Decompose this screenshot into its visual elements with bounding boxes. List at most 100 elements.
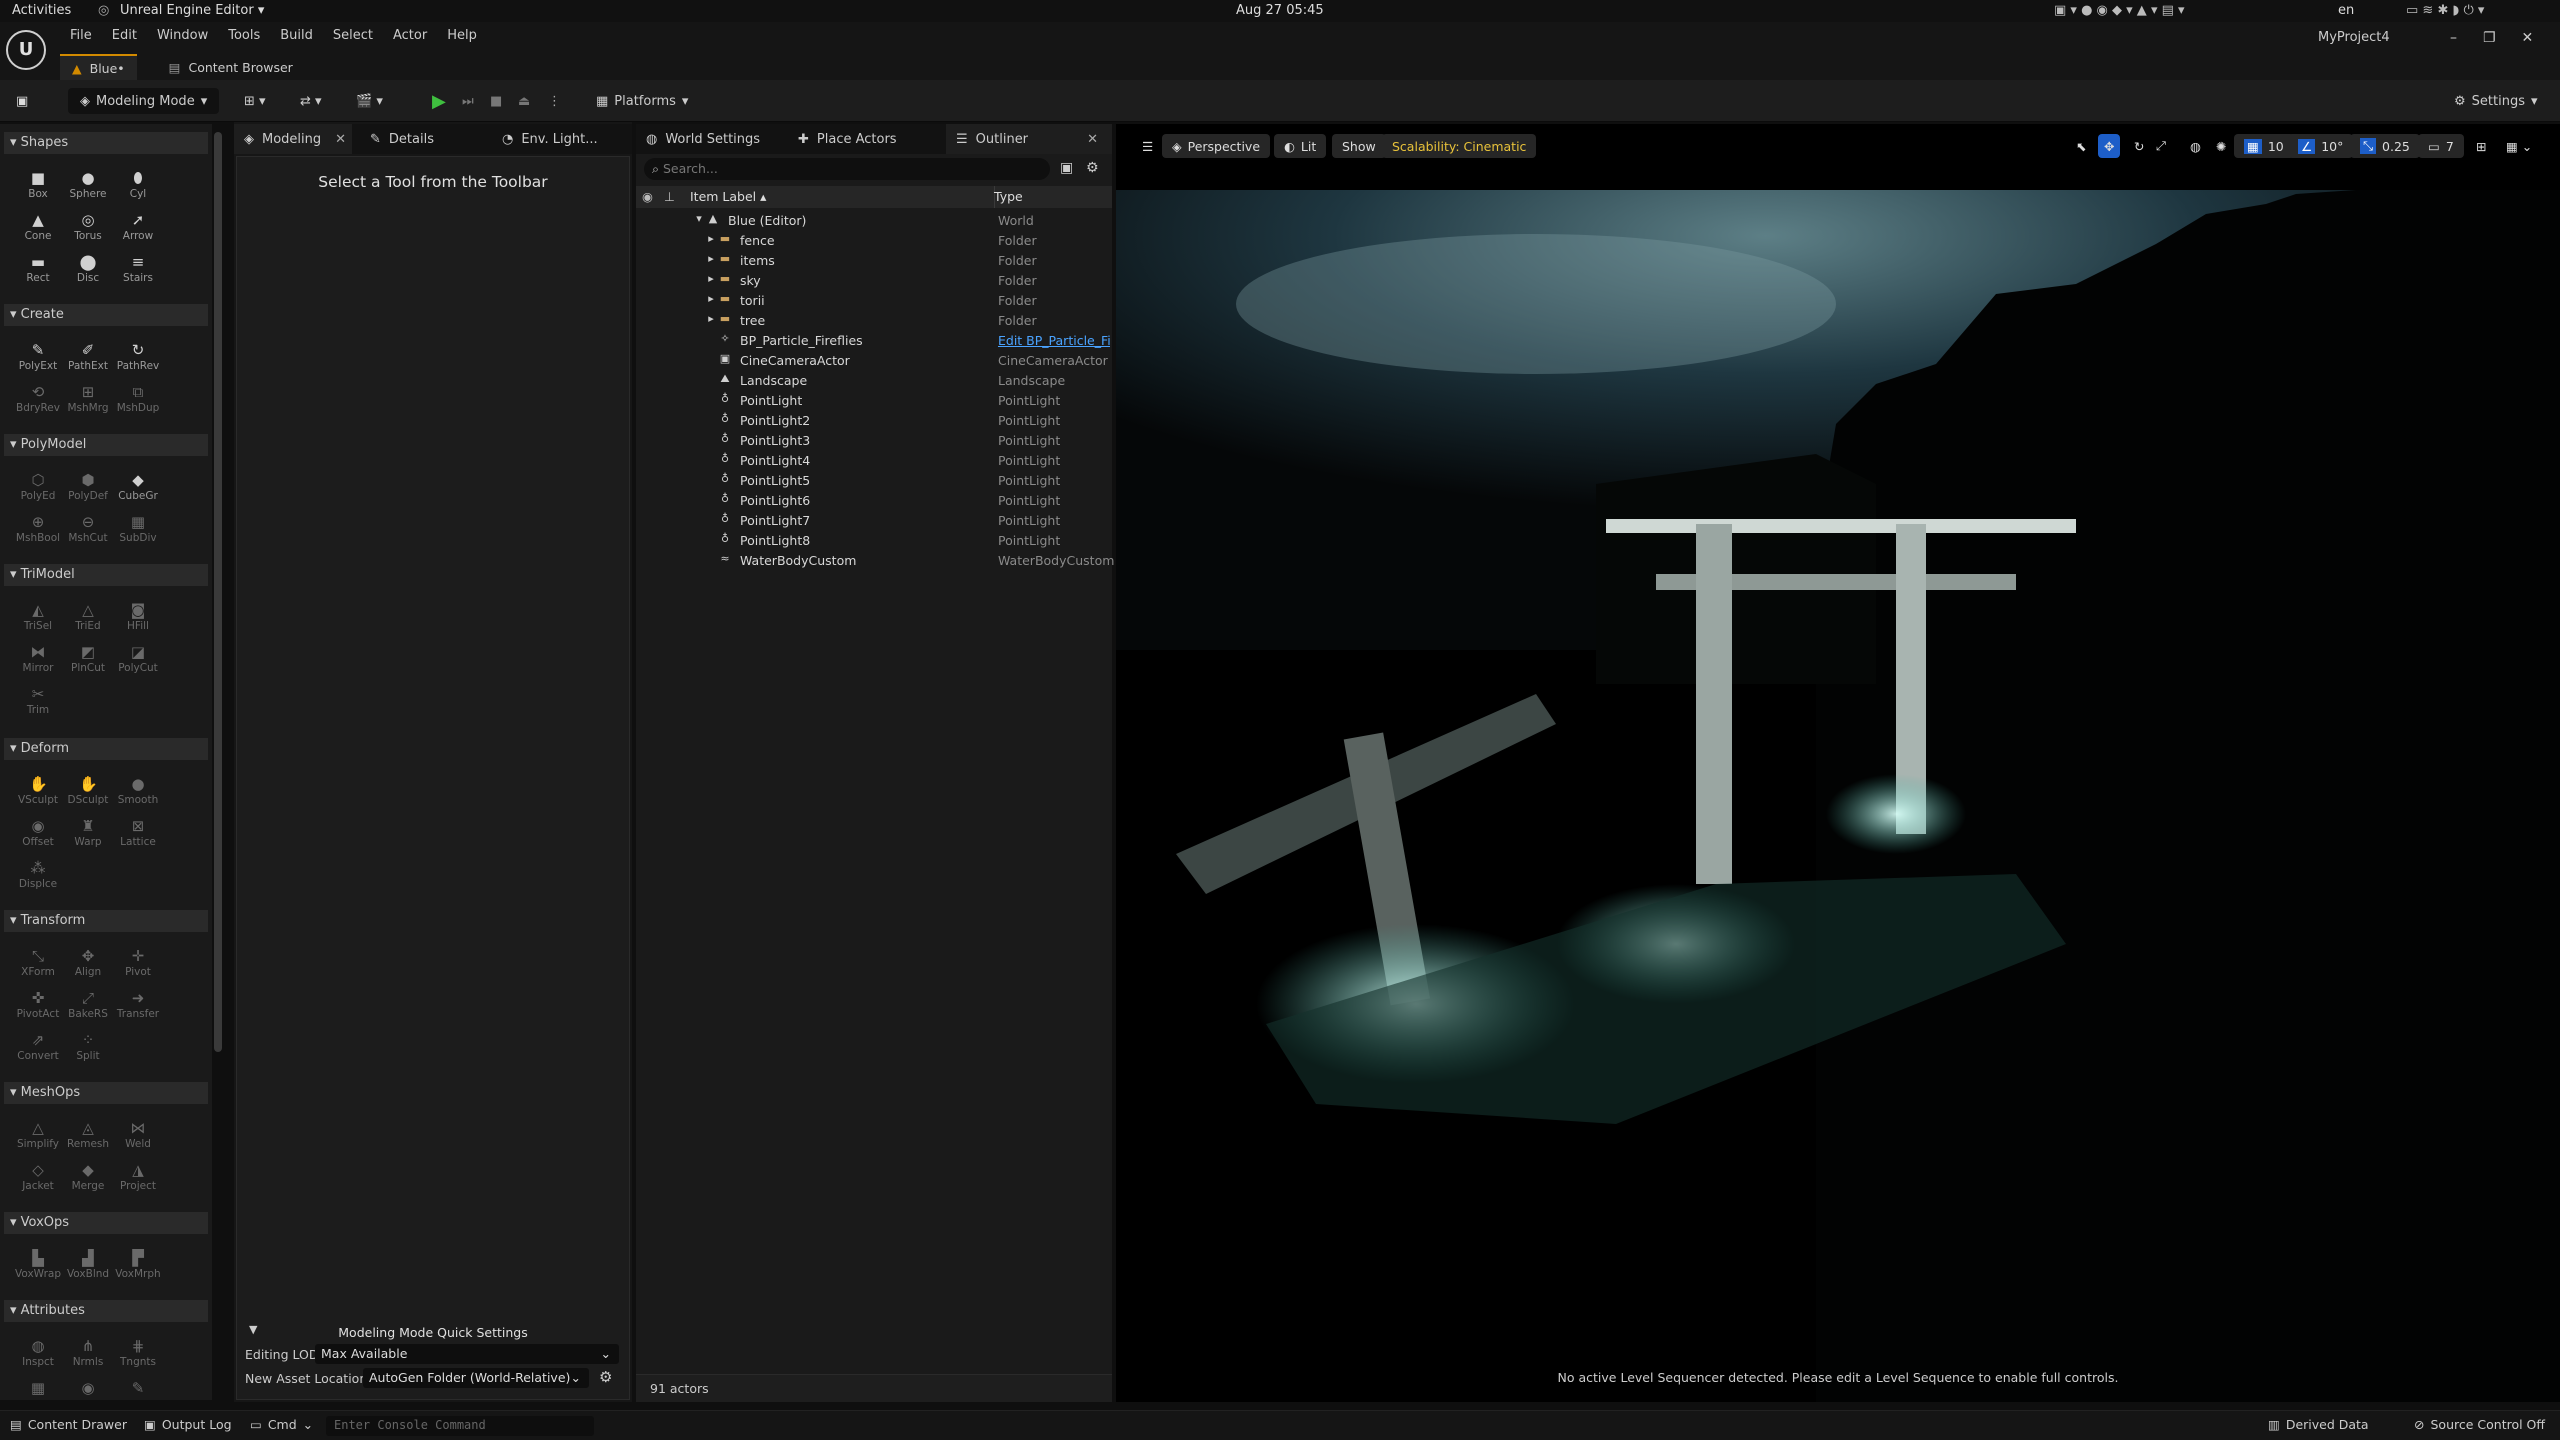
tool-voxwrap[interactable]: ▙ VoxWrap (14, 1246, 62, 1286)
tool-disc[interactable]: ⬤ Disc (64, 250, 112, 290)
pin-icon[interactable]: ⊥ (664, 189, 675, 204)
outliner-row-landscape[interactable]: ⛰ Landscape Landscape (636, 370, 1112, 390)
tool-offset[interactable]: ◉ Offset (14, 814, 62, 854)
cmd-dropdown[interactable]: ▭ Cmd ⌄ (250, 1417, 313, 1432)
tool-convert[interactable]: ⇗ Convert (14, 1028, 62, 1068)
tool-normals[interactable]: ⋔ Nrmls (64, 1334, 112, 1374)
section-create[interactable]: ▾ Create (4, 304, 208, 326)
outliner-row-pointlight7[interactable]: ♁ PointLight7 PointLight (636, 510, 1112, 530)
menu-edit[interactable]: Edit (102, 24, 147, 48)
asset-location-select[interactable]: AutoGen Folder (World-Relative) ⌄ (363, 1368, 589, 1388)
tab-modeling[interactable]: ◈ Modeling ✕ (234, 124, 352, 154)
advance-frame-button[interactable]: ⏭ (462, 88, 474, 114)
tool-polydef[interactable]: ⬢ PolyDef (64, 468, 112, 508)
app-menu[interactable]: Unreal Engine Editor ▾ (120, 3, 264, 18)
outliner-row-world[interactable]: ▾ ▲ Blue (Editor) World (636, 210, 1112, 230)
palette-scrollbar[interactable] (214, 132, 222, 1052)
tool-merge[interactable]: ◆ Merge (64, 1158, 112, 1198)
tab-place-actors[interactable]: ✚ Place Actors (788, 124, 907, 154)
tool-transfer[interactable]: ➜ Transfer (114, 986, 162, 1026)
translate-mode-icon[interactable]: ✥ (2098, 134, 2121, 158)
editing-lod-select[interactable]: Max Available ⌄ (315, 1344, 619, 1364)
add-folder-icon[interactable]: ▣ (1060, 160, 1073, 176)
tool-displace[interactable]: ⁂ Displce (14, 856, 62, 896)
cinematics-button[interactable]: 🎬 ▾ (356, 88, 383, 114)
section-voxops[interactable]: ▾ VoxOps (4, 1212, 208, 1234)
tool-box[interactable]: ■ Box (14, 166, 62, 206)
edit-blueprint-link[interactable]: Edit BP_Particle_Fir (998, 333, 1110, 348)
tab-outliner[interactable]: ☰ Outliner ✕ (946, 124, 1112, 154)
scale-snap-button[interactable]: ⤡ 0.25 (2350, 134, 2420, 158)
menu-window[interactable]: Window (147, 24, 218, 48)
activities-button[interactable]: Activities (12, 3, 71, 18)
section-deform[interactable]: ▾ Deform (4, 738, 208, 760)
tool-remesh[interactable]: ◬ Remesh (64, 1116, 112, 1156)
gear-icon[interactable]: ⚙ (599, 1368, 612, 1386)
menu-help[interactable]: Help (437, 24, 487, 48)
tool-mshbool[interactable]: ⊕ MshBool (14, 510, 62, 550)
outliner-row-pointlight8[interactable]: ♁ PointLight8 PointLight (636, 530, 1112, 550)
section-transform[interactable]: ▾ Transform (4, 910, 208, 932)
section-shapes[interactable]: ▾ Shapes (4, 132, 208, 154)
stop-button[interactable]: ■ (490, 88, 502, 114)
section-attributes[interactable]: ▾ Attributes (4, 1300, 208, 1322)
tool-xform[interactable]: ⤡ XForm (14, 944, 62, 984)
tab-content-browser[interactable]: ▤ Content Browser (157, 54, 305, 80)
outliner-row-bp-particle[interactable]: ✧ BP_Particle_Fireflies Edit BP_Particle… (636, 330, 1112, 350)
tool-pathrev[interactable]: ↻ PathRev (114, 338, 162, 378)
play-options-icon[interactable]: ⋮ (548, 88, 561, 114)
window-controls[interactable]: –❐✕ (2450, 30, 2559, 46)
settings-button[interactable]: ⚙ Settings ▾ (2454, 88, 2538, 114)
column-type[interactable]: Type (994, 189, 1023, 204)
tool-project[interactable]: ◮ Project (114, 1158, 162, 1198)
tool-split[interactable]: ⁘ Split (64, 1028, 112, 1068)
tool-cubegr[interactable]: ◆ CubeGr (114, 468, 162, 508)
maximize-viewport-icon[interactable]: ⊞ (2466, 134, 2496, 158)
tool-polycut[interactable]: ◪ PolyCut (114, 640, 162, 680)
close-icon[interactable]: ✕ (1087, 132, 1098, 147)
menu-select[interactable]: Select (323, 24, 383, 48)
tool-arrow[interactable]: ➚ Arrow (114, 208, 162, 248)
save-icon[interactable]: ▣ (16, 88, 28, 114)
output-log-button[interactable]: ▣ Output Log (144, 1417, 232, 1432)
tab-details[interactable]: ✎ Details (360, 124, 444, 154)
tool-trisel[interactable]: ◭ TriSel (14, 598, 62, 638)
section-trimodel[interactable]: ▾ TriModel (4, 564, 208, 586)
tool-attr-more-1[interactable]: ▦ (14, 1376, 62, 1398)
close-icon[interactable]: ✕ (335, 132, 346, 147)
grid-snap-button[interactable]: ▦ 10 (2234, 134, 2294, 158)
eject-button[interactable]: ⏏ (518, 88, 530, 114)
visibility-eye-icon[interactable]: ◉ (642, 189, 653, 204)
outliner-row-folder-sky[interactable]: ▸ ▬ sky Folder (636, 270, 1112, 290)
show-button[interactable]: Show (1332, 134, 1386, 158)
tool-subdiv[interactable]: ▦ SubDiv (114, 510, 162, 550)
tool-tried[interactable]: △ TriEd (64, 598, 112, 638)
tool-pivot[interactable]: ✛ Pivot (114, 944, 162, 984)
menu-file[interactable]: File (60, 24, 102, 48)
content-drawer-button[interactable]: ▤ Content Drawer (10, 1417, 127, 1432)
outliner-row-pointlight2[interactable]: ♁ PointLight2 PointLight (636, 410, 1112, 430)
tool-stairs[interactable]: ≡ Stairs (114, 250, 162, 290)
outliner-row-folder-tree[interactable]: ▸ ▬ tree Folder (636, 310, 1112, 330)
surface-snap-icon[interactable]: ✺ (2206, 134, 2236, 158)
tool-smooth[interactable]: ● Smooth (114, 772, 162, 812)
lit-button[interactable]: ◐ Lit (1274, 134, 1327, 158)
tool-trim[interactable]: ✂ Trim (14, 682, 62, 722)
tab-level-blue[interactable]: ▲ Blue• (60, 54, 137, 80)
menu-actor[interactable]: Actor (383, 24, 437, 48)
tool-plncut[interactable]: ◩ PlnCut (64, 640, 112, 680)
section-meshops[interactable]: ▾ MeshOps (4, 1082, 208, 1104)
tool-attr-more-3[interactable]: ✎ (114, 1376, 162, 1398)
outliner-row-pointlight3[interactable]: ♁ PointLight3 PointLight (636, 430, 1112, 450)
play-button[interactable]: ▶ (432, 88, 446, 114)
tray-icons[interactable]: ▣ ▾ ● ◉ ◆ ▾ ▲ ▾ ▤ ▾ (2054, 3, 2185, 18)
camera-speed-button[interactable]: ▭ 7 (2418, 134, 2464, 158)
outliner-row-cine-camera[interactable]: ▣ CineCameraActor CineCameraActor (636, 350, 1112, 370)
section-polymodel[interactable]: ▾ PolyModel (4, 434, 208, 456)
tool-sphere[interactable]: ● Sphere (64, 166, 112, 206)
tool-vsculpt[interactable]: ✋ VSculpt (14, 772, 62, 812)
outliner-row-folder-fence[interactable]: ▸ ▬ fence Folder (636, 230, 1112, 250)
tool-tangents[interactable]: ⋕ Tngnts (114, 1334, 162, 1374)
tool-attr-more-2[interactable]: ◉ (64, 1376, 112, 1398)
outliner-row-pointlight6[interactable]: ♁ PointLight6 PointLight (636, 490, 1112, 510)
